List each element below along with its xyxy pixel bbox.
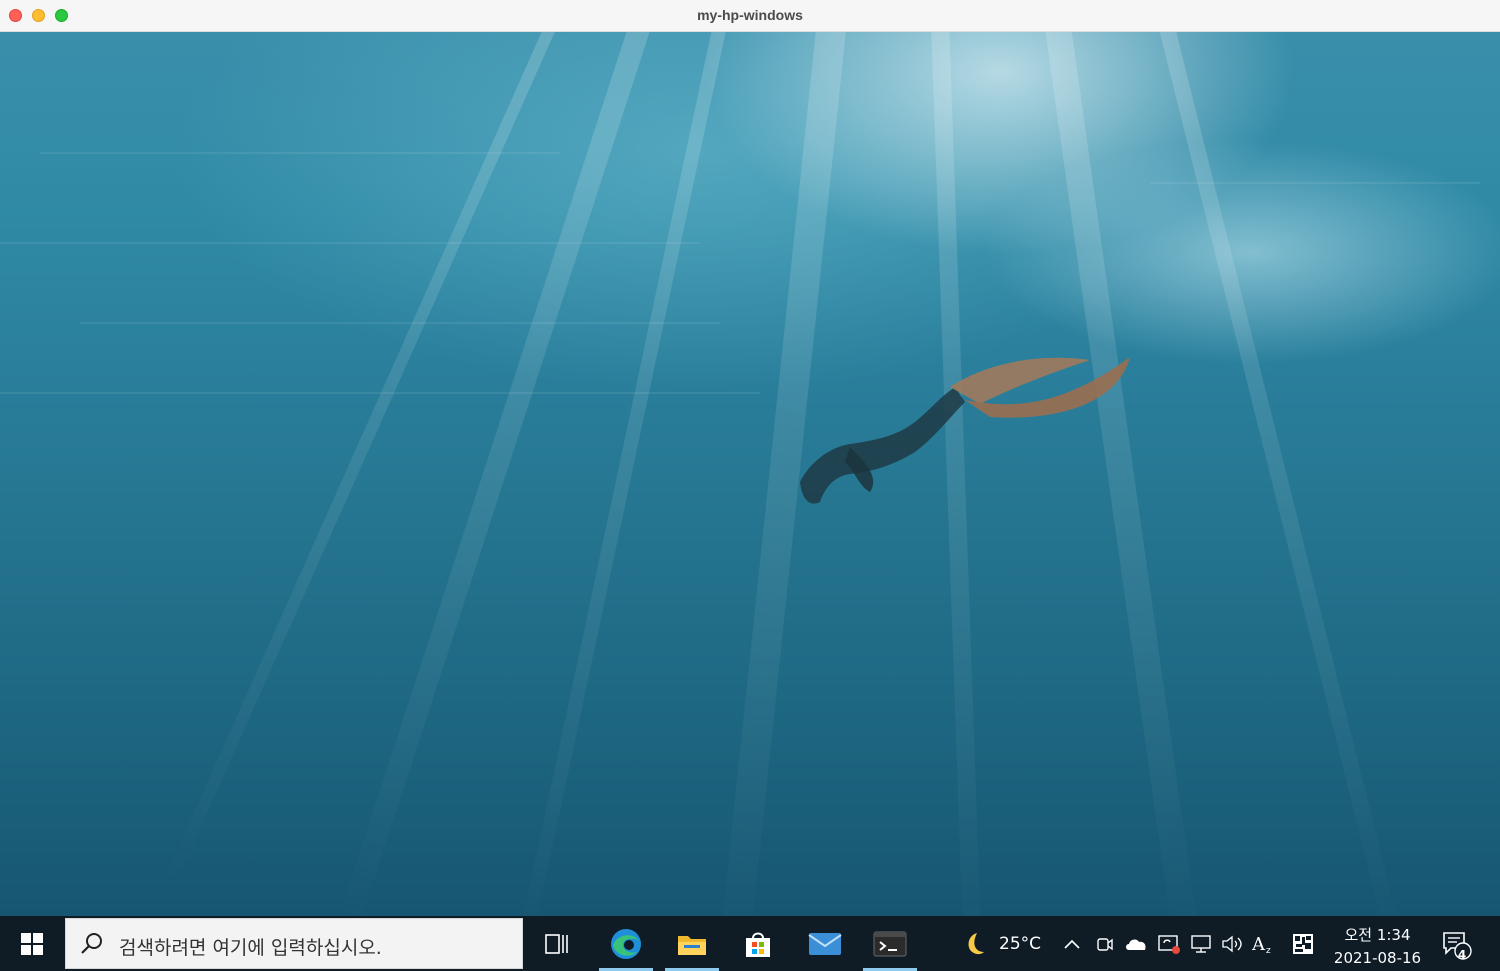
onedrive-cloud-icon: [1126, 939, 1146, 950]
task-view-button[interactable]: [530, 916, 584, 971]
ime-pad-icon: [1293, 933, 1313, 954]
edge-browser-icon: [611, 928, 641, 959]
onedrive-button[interactable]: [1121, 916, 1151, 971]
clock-date: 2021-08-16: [1333, 949, 1422, 967]
start-button[interactable]: [0, 916, 64, 971]
folder-icon: [678, 935, 706, 955]
ime-pad-button[interactable]: [1289, 916, 1317, 971]
network-button[interactable]: [1187, 916, 1215, 971]
volume-icon: [1222, 935, 1242, 952]
surface-ripple: [0, 242, 700, 244]
microsoft-store-icon: [746, 932, 770, 957]
app-window: my-hp-windows 검색하려면 여기에 입력하십시오. 25°C A z…: [0, 0, 1500, 971]
meet-now-icon: [1097, 937, 1113, 951]
security-button[interactable]: [1154, 916, 1184, 971]
taskbar-app-mail[interactable]: [798, 916, 852, 971]
taskbar: 검색하려면 여기에 입력하십시오. 25°C A z: [0, 916, 1500, 971]
security-icon: [1158, 934, 1180, 954]
network-icon: [1191, 934, 1211, 953]
svg-text:A: A: [1251, 934, 1266, 955]
search-icon: [81, 933, 102, 954]
action-center-button[interactable]: [1432, 916, 1480, 971]
freediver-figure: [800, 357, 1130, 504]
taskbar-app-terminal[interactable]: [863, 916, 917, 971]
meet-now-button[interactable]: [1090, 916, 1118, 971]
weather-temperature: 25°C: [999, 933, 1042, 954]
weather-widget[interactable]: 25°C: [955, 916, 1050, 971]
moon-icon: [968, 932, 984, 954]
notification-count-badge: 4: [1457, 948, 1467, 962]
ime-mode-icon: A z: [1251, 934, 1271, 955]
window-title: my-hp-windows: [697, 7, 803, 23]
light-ray: [516, 32, 734, 916]
volume-button[interactable]: [1218, 916, 1246, 971]
taskbar-app-edge[interactable]: [599, 916, 653, 971]
surface-ripple: [1150, 182, 1480, 184]
show-hidden-icons-button[interactable]: [1058, 916, 1086, 971]
surface-ripple: [40, 152, 560, 154]
search-box[interactable]: 검색하려면 여기에 입력하십시오.: [65, 918, 523, 969]
surface-ripple: [0, 392, 760, 394]
desktop-wallpaper[interactable]: [0, 32, 1500, 916]
taskbar-app-file-explorer[interactable]: [665, 916, 719, 971]
light-ray: [1150, 32, 1403, 916]
taskbar-app-store[interactable]: [731, 916, 785, 971]
chevron-up-icon: [1064, 939, 1080, 949]
search-placeholder: 검색하려면 여기에 입력하십시오.: [119, 937, 382, 959]
svg-text:z: z: [1266, 946, 1271, 955]
clock-time: 오전 1:34: [1344, 926, 1411, 944]
windows-logo-icon: [21, 932, 43, 955]
surface-ripple: [80, 322, 720, 324]
window-titlebar[interactable]: my-hp-windows: [0, 0, 1500, 32]
input-mode-button[interactable]: A z: [1249, 916, 1277, 971]
terminal-icon: [873, 931, 907, 956]
mail-icon: [808, 932, 842, 955]
light-ray: [337, 32, 662, 916]
task-view-icon: [545, 933, 568, 954]
